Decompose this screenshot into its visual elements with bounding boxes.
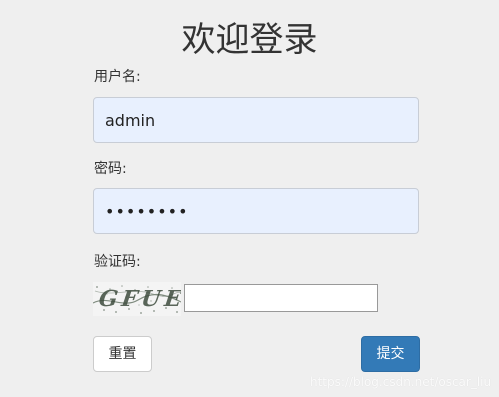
login-page: 欢迎登录 用户名: 密码: 验证码: GFUE — [0, 0, 499, 397]
captcha-input[interactable] — [184, 284, 378, 312]
watermark-text: https://blog.csdn.net/oscar_liu — [310, 375, 492, 389]
submit-button[interactable]: 提交 — [361, 336, 420, 372]
password-label: 密码: — [94, 161, 127, 177]
username-label: 用户名: — [94, 69, 141, 85]
password-input[interactable] — [93, 188, 419, 234]
reset-button[interactable]: 重置 — [93, 336, 152, 372]
page-title: 欢迎登录 — [181, 20, 318, 60]
captcha-text: GFUE — [97, 286, 181, 312]
captcha-image[interactable]: GFUE — [93, 282, 181, 316]
username-input[interactable] — [93, 97, 419, 143]
captcha-label: 验证码: — [94, 254, 141, 270]
